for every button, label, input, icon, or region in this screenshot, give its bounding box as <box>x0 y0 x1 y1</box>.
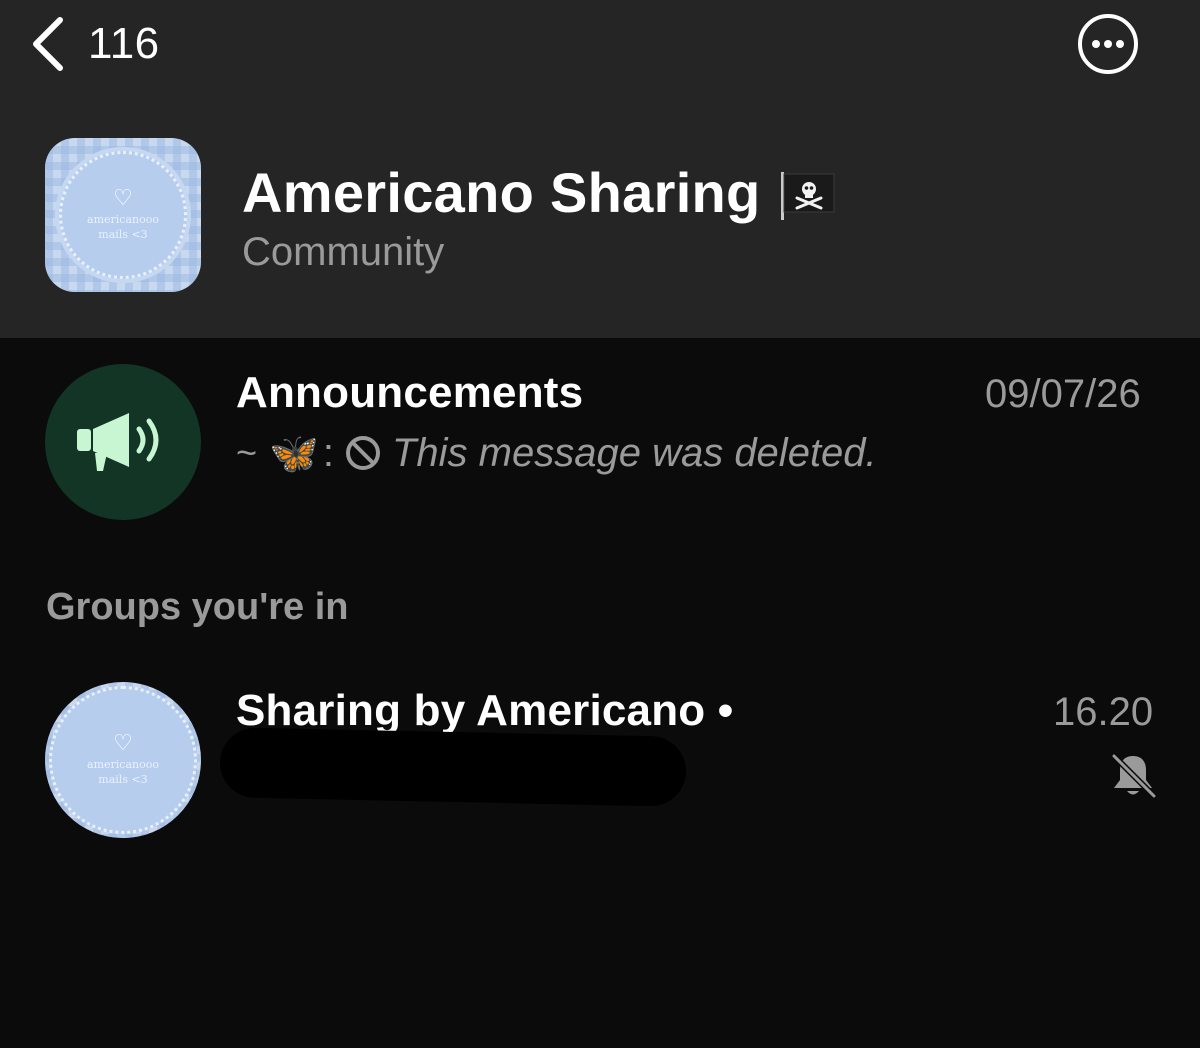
redacted-preview <box>219 727 687 807</box>
chevron-left-icon <box>33 17 63 71</box>
preview-prefix: ~ <box>236 432 258 473</box>
pirate-flag-icon <box>780 171 835 220</box>
more-options-button[interactable] <box>1077 13 1139 75</box>
megaphone-icon <box>77 413 159 471</box>
avatar-text-line2: mails <3 <box>98 228 148 241</box>
groups-section-label: Groups you're in <box>46 586 349 628</box>
muted-bell-icon <box>1111 753 1157 798</box>
butterfly-emoji: 🦋 <box>269 431 319 476</box>
heart-icon: ♡ <box>113 185 133 211</box>
back-button[interactable]: 116 <box>30 14 160 74</box>
back-count: 116 <box>88 19 160 68</box>
community-name: Americano Sharing <box>242 161 761 224</box>
group-avatar-text-line2: mails <3 <box>98 773 148 786</box>
group-avatar: ♡ americanooo mails <3 <box>45 682 201 838</box>
group-avatar-text-line1: americanooo <box>87 758 159 772</box>
community-title-row: Americano Sharing <box>242 160 837 225</box>
announcements-preview: ~ 🦋 : This message was deleted. <box>236 428 877 478</box>
community-avatar[interactable]: ♡ americanooo mails <3 <box>45 138 201 292</box>
avatar-text-line1: americanooo <box>87 213 159 227</box>
group-time: 16.20 <box>1053 690 1154 734</box>
community-header: 116 ♡ americanooo mails <3 Americano Sha… <box>0 0 1200 338</box>
announcements-title: Announcements <box>236 368 584 417</box>
announcements-time: 09/07/26 <box>985 372 1141 416</box>
heart-icon: ♡ <box>113 730 133 756</box>
announcements-avatar <box>45 364 201 520</box>
deleted-message-text: This message was deleted. <box>391 430 877 475</box>
more-icon <box>1078 14 1138 74</box>
preview-separator: : <box>322 430 334 475</box>
blocked-icon <box>345 436 380 470</box>
community-subtitle: Community <box>242 230 445 274</box>
